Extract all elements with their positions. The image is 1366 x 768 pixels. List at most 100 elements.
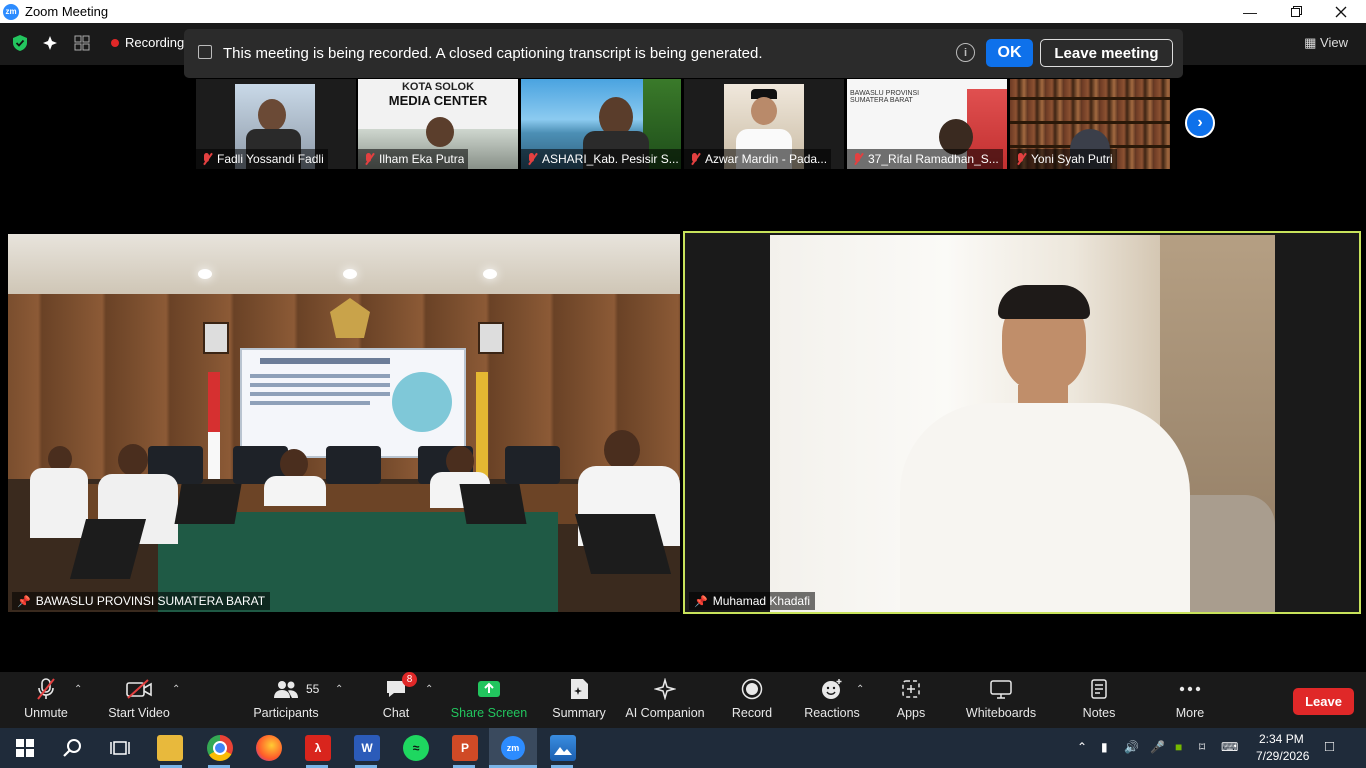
sparkle-icon[interactable] xyxy=(40,33,60,53)
speaker-icon[interactable]: 🔊 xyxy=(1124,740,1139,754)
tray-overflow-chevron-icon[interactable]: ⌃ xyxy=(1077,740,1087,754)
leave-button[interactable]: Leave xyxy=(1293,688,1354,715)
wifi-icon[interactable]: ⌑ xyxy=(1199,740,1205,754)
participants-button[interactable]: 55 Participants xyxy=(253,678,319,724)
chat-button[interactable]: 8 Chat xyxy=(374,672,418,724)
participants-caret-icon[interactable]: ⌃ xyxy=(335,684,343,695)
more-dots-icon xyxy=(1177,678,1203,700)
restore-icon[interactable] xyxy=(1273,0,1319,23)
video-off-icon xyxy=(126,678,152,700)
notes-icon xyxy=(1086,678,1112,700)
recording-indicator[interactable]: Recording xyxy=(125,35,184,50)
speaker-background xyxy=(770,235,1275,612)
participant-name: Yoni Syah Putri xyxy=(1031,152,1113,166)
file-explorer-icon[interactable] xyxy=(157,735,183,761)
start-video-label: Start Video xyxy=(108,706,170,720)
audio-options-caret-icon[interactable]: ⌃ xyxy=(74,684,82,695)
pin-icon: 📌 xyxy=(694,595,708,608)
participant-thumbnail[interactable]: KOTA SOLOK MEDIA CENTER Ilham Eka Putra xyxy=(358,79,518,169)
shield-check-icon[interactable] xyxy=(10,33,30,53)
participant-thumbnail[interactable]: BAWASLU PROVINSI SUMATERA BARAT 37_Rifal… xyxy=(847,79,1007,169)
chat-badge: 8 xyxy=(402,672,417,687)
participants-icon: 55 xyxy=(273,678,319,700)
photos-icon[interactable] xyxy=(550,735,576,761)
ceiling xyxy=(8,234,680,294)
share-screen-icon xyxy=(476,678,502,700)
microphone-icon[interactable]: 🎤 xyxy=(1150,740,1165,754)
muted-mic-icon xyxy=(853,153,863,165)
clock-date[interactable]: 7/29/2026 xyxy=(1256,749,1309,763)
apps-label: Apps xyxy=(896,706,926,720)
ai-companion-sparkle-icon xyxy=(652,678,678,700)
reactions-caret-icon[interactable]: ⌃ xyxy=(856,684,864,695)
notifications-icon[interactable]: □ xyxy=(1325,738,1334,755)
reactions-label: Reactions xyxy=(804,706,860,720)
summary-label: Summary xyxy=(552,706,606,720)
share-screen-label: Share Screen xyxy=(450,706,528,720)
chat-label: Chat xyxy=(382,706,410,720)
record-button[interactable]: Record xyxy=(730,678,774,724)
task-view-icon[interactable] xyxy=(107,735,133,761)
apps-icon xyxy=(898,678,924,700)
participant-name: BAWASLU PROVINSI SUMATERA BARAT xyxy=(35,594,266,608)
search-icon[interactable] xyxy=(59,735,85,761)
notes-button[interactable]: Notes xyxy=(1080,678,1118,724)
record-dot-icon xyxy=(111,39,119,47)
acrobat-icon[interactable]: λ xyxy=(305,735,331,761)
apps-button[interactable]: Apps xyxy=(892,678,930,724)
video-tile-active-speaker[interactable]: 📌 Muhamad Khadafi xyxy=(683,231,1361,614)
participant-thumbnail[interactable]: Fadli Yossandi Fadli xyxy=(196,79,356,169)
zoom-taskbar-button[interactable]: zm xyxy=(489,728,537,768)
reactions-button[interactable]: Reactions xyxy=(804,678,860,724)
powerpoint-icon[interactable]: P xyxy=(452,735,478,761)
windows-start-icon[interactable] xyxy=(12,735,38,761)
firefox-icon[interactable] xyxy=(256,735,282,761)
participant-thumbnail[interactable]: Azwar Mardin - Pada... xyxy=(684,79,844,169)
minimize-icon[interactable]: — xyxy=(1227,0,1273,23)
overlay-subtitle: MEDIA CENTER xyxy=(388,93,488,108)
participant-name: Ilham Eka Putra xyxy=(379,152,465,166)
participant-thumbnail[interactable]: Yoni Syah Putri xyxy=(1010,79,1170,169)
info-icon[interactable]: i xyxy=(956,43,975,62)
zoom-logo-icon: zm xyxy=(3,3,19,20)
word-icon[interactable]: W xyxy=(354,735,380,761)
close-icon[interactable] xyxy=(1318,0,1364,23)
muted-mic-icon xyxy=(364,153,374,165)
keyboard-icon[interactable]: ⌨ xyxy=(1221,740,1238,754)
muted-mic-icon xyxy=(1016,153,1026,165)
view-icon: ▦ xyxy=(1304,35,1317,50)
chat-caret-icon[interactable]: ⌃ xyxy=(425,684,433,695)
video-options-caret-icon[interactable]: ⌃ xyxy=(172,684,180,695)
video-tile-room[interactable]: 📌 BAWASLU PROVINSI SUMATERA BARAT xyxy=(8,234,680,612)
meeting-toolbar: Unmute ⌃ Start Video ⌃ 55 Participants ⌃… xyxy=(0,672,1366,728)
view-button[interactable]: ▦ View xyxy=(1304,35,1348,51)
ai-companion-button[interactable]: AI Companion xyxy=(625,678,705,724)
next-page-button[interactable]: › xyxy=(1185,108,1215,138)
battery-icon[interactable]: ▮ xyxy=(1101,740,1108,754)
spotify-icon[interactable]: ≈ xyxy=(403,735,429,761)
pin-icon: 📌 xyxy=(17,595,31,608)
overlay-subtitle: BAWASLU PROVINSI SUMATERA BARAT xyxy=(850,90,920,104)
grid-icon[interactable] xyxy=(72,33,92,53)
share-screen-button[interactable]: Share Screen xyxy=(450,678,528,724)
ok-button[interactable]: OK xyxy=(986,39,1033,67)
participant-name: Muhamad Khadafi xyxy=(712,594,811,608)
participant-thumbnail[interactable]: ASHARI_Kab. Pesisir S... xyxy=(521,79,681,169)
record-label: Record xyxy=(731,706,773,720)
summary-button[interactable]: Summary xyxy=(550,678,608,724)
video-name-label: 📌 Muhamad Khadafi xyxy=(689,592,816,610)
nvidia-icon[interactable]: ■ xyxy=(1175,740,1182,754)
leave-meeting-button[interactable]: Leave meeting xyxy=(1040,39,1173,67)
whiteboard-icon xyxy=(988,678,1014,700)
more-button[interactable]: More xyxy=(1170,678,1210,724)
more-label: More xyxy=(1175,706,1205,720)
chat-icon: 8 xyxy=(383,672,417,700)
chrome-icon[interactable] xyxy=(207,735,233,761)
clock-time[interactable]: 2:34 PM xyxy=(1259,732,1304,746)
start-video-button[interactable]: Start Video xyxy=(107,678,171,724)
unmute-button[interactable]: Unmute xyxy=(22,678,70,724)
copy-icon xyxy=(198,45,212,59)
unmute-label: Unmute xyxy=(24,706,68,720)
record-icon xyxy=(739,678,765,700)
whiteboards-button[interactable]: Whiteboards xyxy=(964,678,1038,724)
